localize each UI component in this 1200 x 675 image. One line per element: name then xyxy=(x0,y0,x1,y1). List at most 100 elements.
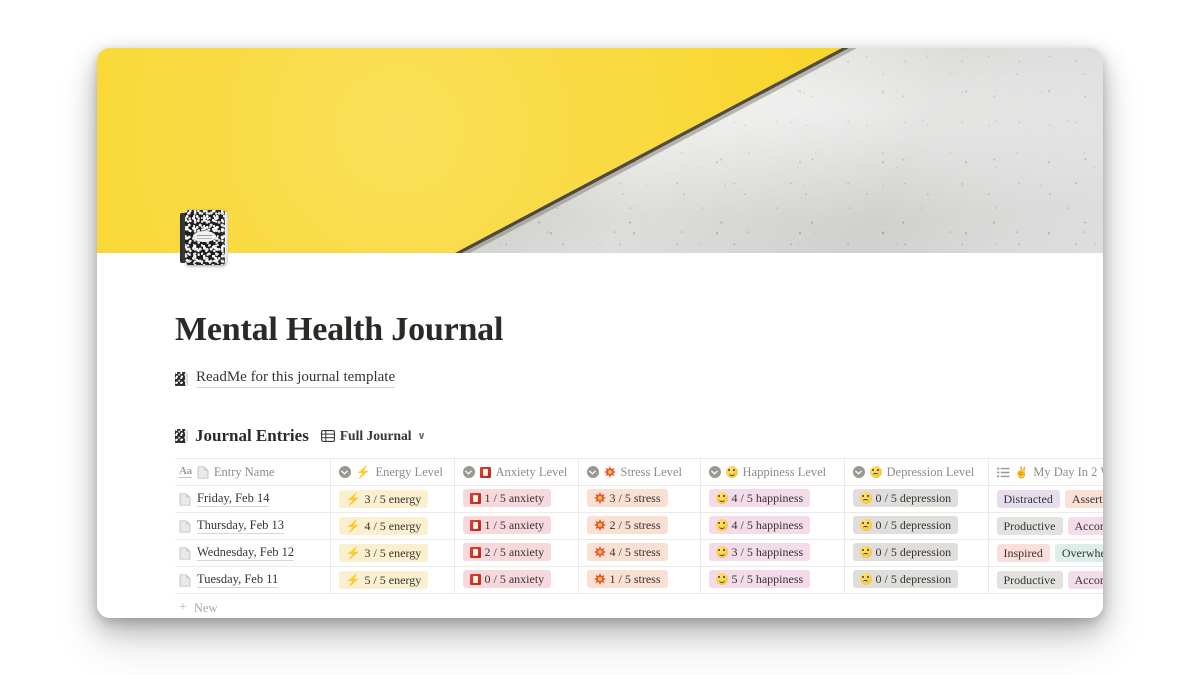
entry-name-label[interactable]: Friday, Feb 14 xyxy=(197,491,270,508)
database-title: Journal Entries xyxy=(195,426,309,445)
cell-entry-name[interactable]: Thursday, Feb 13 xyxy=(175,512,331,540)
lightning-bolt-emoji-icon: ⚡ xyxy=(345,546,361,560)
tag-stress[interactable]: 2 / 5 stress xyxy=(586,516,668,534)
cell-anxiety-level[interactable]: 2 / 5 anxiety xyxy=(454,539,579,567)
column-header-label: Stress Level xyxy=(620,464,682,479)
cell-anxiety-level[interactable]: 0 / 5 anxiety xyxy=(454,566,579,594)
cell-my-day-in-2-words[interactable]: Distracted Assertive xyxy=(988,485,1103,513)
cell-energy-level[interactable]: ⚡ 3 / 5 energy xyxy=(330,485,455,513)
confused-face-emoji-icon xyxy=(859,573,872,585)
cell-my-day-in-2-words[interactable]: Inspired Overwhelmed xyxy=(988,539,1103,567)
cell-happiness-level[interactable]: 5 / 5 happiness xyxy=(700,566,845,594)
tag-energy[interactable]: ⚡ 3 / 5 energy xyxy=(338,490,429,508)
table-row[interactable]: Wednesday, Feb 12 ⚡ 3 / 5 energy 2 / 5 anxi… xyxy=(175,539,1103,567)
new-row-label: New xyxy=(193,600,218,615)
view-selector-full-journal[interactable]: Full Journal ∨ xyxy=(320,428,426,444)
tag-label: 3 / 5 stress xyxy=(609,491,661,505)
confused-face-emoji-icon xyxy=(859,546,872,558)
tag-depression[interactable]: 0 / 5 depression xyxy=(852,489,959,507)
cell-my-day-in-2-words[interactable]: Productive Accomplished xyxy=(988,512,1103,540)
cell-depression-level[interactable]: 0 / 5 depression xyxy=(844,485,989,513)
tag-anxiety[interactable]: 0 / 5 anxiety xyxy=(462,570,552,589)
cell-entry-name[interactable]: Wednesday, Feb 12 xyxy=(175,539,331,567)
tag-happiness[interactable]: 4 / 5 happiness xyxy=(708,489,811,507)
column-header-energy-level[interactable]: ⚡ Energy Level xyxy=(330,458,455,486)
cell-stress-level[interactable]: 2 / 5 stress xyxy=(578,512,701,540)
cell-happiness-level[interactable]: 4 / 5 happiness xyxy=(700,512,845,540)
cell-stress-level[interactable]: 3 / 5 stress xyxy=(578,485,701,513)
column-header-my-day-in-2-words[interactable]: ✌ My Day In 2 Words xyxy=(988,458,1103,486)
cell-stress-level[interactable]: 4 / 5 stress xyxy=(578,539,701,567)
cell-entry-name[interactable]: Friday, Feb 14 xyxy=(175,485,331,513)
tag-anxiety[interactable]: 2 / 5 anxiety xyxy=(462,543,552,562)
closed-book-emoji-icon xyxy=(469,492,481,504)
cell-stress-level[interactable]: 1 / 5 stress xyxy=(578,566,701,594)
column-header-label: Happiness Level xyxy=(742,464,827,479)
cell-anxiety-level[interactable]: 1 / 5 anxiety xyxy=(454,512,579,540)
tag-depression[interactable]: 0 / 5 depression xyxy=(852,543,959,561)
table-row[interactable]: Tuesday, Feb 11 ⚡ 5 / 5 energy 0 / 5 anxiet… xyxy=(175,566,1103,594)
tag-depression[interactable]: 0 / 5 depression xyxy=(852,570,959,588)
cell-entry-name[interactable]: Tuesday, Feb 11 xyxy=(175,566,331,594)
column-header-depression-level[interactable]: Depression Level xyxy=(844,458,989,486)
table-grid-icon xyxy=(320,430,335,442)
tag-energy[interactable]: ⚡ 3 / 5 energy xyxy=(338,544,429,562)
cell-depression-level[interactable]: 0 / 5 depression xyxy=(844,512,989,540)
column-header-happiness-level[interactable]: Happiness Level xyxy=(700,458,845,486)
tag-stress[interactable]: 4 / 5 stress xyxy=(586,543,668,561)
readme-link-row[interactable]: ReadMe for this journal template xyxy=(175,369,1103,388)
tag-day-word[interactable]: Productive xyxy=(996,571,1063,589)
page-icon-composition-notebook[interactable] xyxy=(180,210,228,265)
table-header-row: Aa Entry Name ⚡ Energy Level Anxiety Lev… xyxy=(175,458,1103,486)
entry-name-label[interactable]: Thursday, Feb 13 xyxy=(197,518,285,535)
collision-star-emoji-icon xyxy=(593,573,606,585)
tag-label: Overwhelmed xyxy=(1061,546,1103,560)
column-header-entry-name[interactable]: Aa Entry Name xyxy=(175,458,331,486)
smiling-face-emoji-icon xyxy=(725,466,738,478)
cell-energy-level[interactable]: ⚡ 4 / 5 energy xyxy=(330,512,455,540)
cell-anxiety-level[interactable]: 1 / 5 anxiety xyxy=(454,485,579,513)
victory-hand-emoji-icon: ✌ xyxy=(1014,466,1029,479)
tag-stress[interactable]: 1 / 5 stress xyxy=(586,570,668,588)
select-icon xyxy=(338,466,351,478)
column-header-stress-level[interactable]: Stress Level xyxy=(578,458,701,486)
smiling-face-emoji-icon xyxy=(715,492,728,504)
tag-day-word[interactable]: Accomplished xyxy=(1067,517,1103,535)
tag-happiness[interactable]: 3 / 5 happiness xyxy=(708,543,811,561)
cell-happiness-level[interactable]: 3 / 5 happiness xyxy=(700,539,845,567)
entry-name-label[interactable]: Wednesday, Feb 12 xyxy=(197,545,295,562)
notebook-cover-icon xyxy=(185,210,225,265)
tag-day-word[interactable]: Productive xyxy=(996,517,1063,535)
readme-link-label[interactable]: ReadMe for this journal template xyxy=(196,369,396,388)
cell-energy-level[interactable]: ⚡ 5 / 5 energy xyxy=(330,566,455,594)
tag-happiness[interactable]: 4 / 5 happiness xyxy=(708,516,811,534)
table-body: Friday, Feb 14 ⚡ 3 / 5 energy 1 / 5 anxiety… xyxy=(175,485,1103,594)
table-row[interactable]: Thursday, Feb 13 ⚡ 4 / 5 energy 1 / 5 anxie… xyxy=(175,512,1103,540)
tag-energy[interactable]: ⚡ 4 / 5 energy xyxy=(338,517,429,535)
cell-energy-level[interactable]: ⚡ 3 / 5 energy xyxy=(330,539,455,567)
column-header-anxiety-level[interactable]: Anxiety Level xyxy=(454,458,579,486)
tag-label: 4 / 5 happiness xyxy=(731,518,804,532)
cell-my-day-in-2-words[interactable]: Productive Accomplished xyxy=(988,566,1103,594)
tag-energy[interactable]: ⚡ 5 / 5 energy xyxy=(338,571,429,589)
page-cover-image[interactable] xyxy=(97,48,1103,253)
tag-depression[interactable]: 0 / 5 depression xyxy=(852,516,959,534)
tag-day-word[interactable]: Inspired xyxy=(996,544,1050,562)
column-header-label: Entry Name xyxy=(213,464,275,479)
entry-name-label[interactable]: Tuesday, Feb 11 xyxy=(197,572,279,589)
tag-day-word[interactable]: Overwhelmed xyxy=(1054,544,1103,562)
tag-day-word[interactable]: Accomplished xyxy=(1067,571,1103,589)
cell-depression-level[interactable]: 0 / 5 depression xyxy=(844,566,989,594)
tag-anxiety[interactable]: 1 / 5 anxiety xyxy=(462,489,552,508)
cell-depression-level[interactable]: 0 / 5 depression xyxy=(844,539,989,567)
tag-day-word[interactable]: Distracted xyxy=(996,490,1060,508)
table-row[interactable]: Friday, Feb 14 ⚡ 3 / 5 energy 1 / 5 anxiety… xyxy=(175,485,1103,513)
tag-anxiety[interactable]: 1 / 5 anxiety xyxy=(462,516,552,535)
tag-stress[interactable]: 3 / 5 stress xyxy=(586,489,668,507)
tag-day-word[interactable]: Assertive xyxy=(1064,490,1103,508)
cell-happiness-level[interactable]: 4 / 5 happiness xyxy=(700,485,845,513)
database-header: Journal Entries Full Journal ∨ xyxy=(175,426,1103,446)
new-row-button[interactable]: + New xyxy=(179,594,1103,618)
tag-happiness[interactable]: 5 / 5 happiness xyxy=(708,570,811,588)
database-table-scroll[interactable]: Aa Entry Name ⚡ Energy Level Anxiety Lev… xyxy=(175,458,1103,594)
